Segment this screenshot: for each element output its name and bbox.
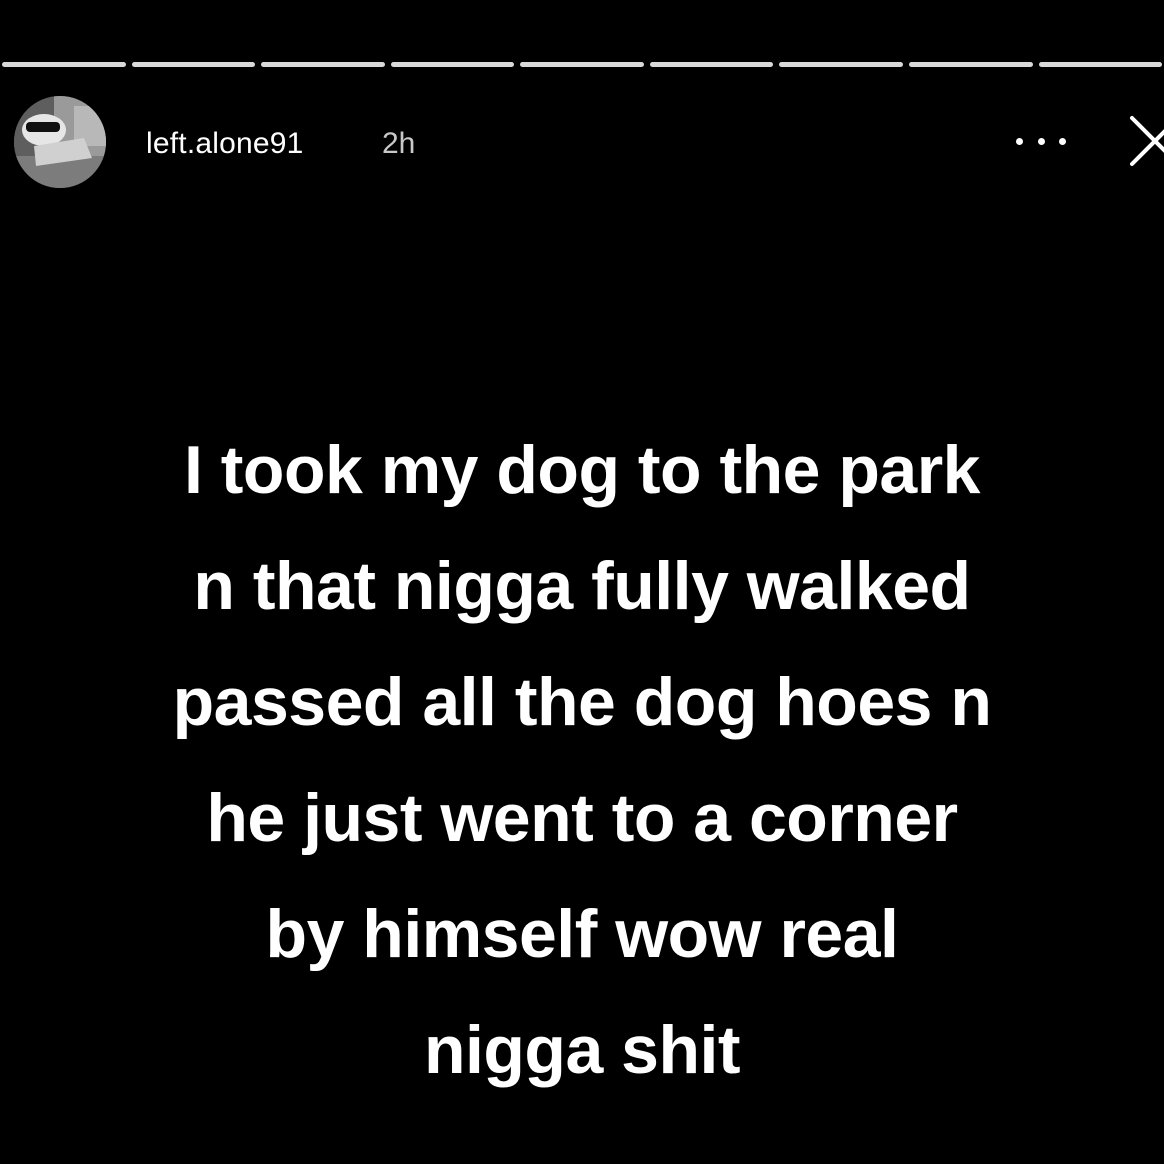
story-text-line: n that nigga fully walked <box>193 548 971 624</box>
story-timestamp: 2h <box>382 127 416 160</box>
progress-segment <box>520 62 644 67</box>
progress-segment <box>131 62 256 67</box>
progress-segment <box>908 62 1033 67</box>
progress-segment <box>649 62 774 67</box>
story-text-line: nigga shit <box>423 1012 741 1088</box>
progress-segment <box>261 62 385 67</box>
username-label[interactable]: left.alone91 <box>146 126 304 162</box>
avatar-photo-icon <box>14 96 106 188</box>
avatar[interactable] <box>14 96 106 188</box>
close-icon <box>1130 116 1164 166</box>
story-viewer: left.alone91 2h I took my dog to the par… <box>0 0 1164 1164</box>
more-horizontal-icon <box>1037 137 1045 145</box>
story-header: left.alone91 2h <box>14 96 1164 188</box>
close-button[interactable] <box>1126 110 1164 170</box>
more-horizontal-icon <box>1016 137 1023 145</box>
story-text: I took my dog to the park n that nigga f… <box>30 412 1134 1108</box>
story-text-line: passed all the dog hoes n <box>172 664 992 740</box>
story-progress-bar <box>0 62 1164 68</box>
progress-segment <box>779 62 903 67</box>
more-horizontal-icon <box>1059 137 1066 145</box>
progress-segment <box>390 62 515 67</box>
more-options-button[interactable] <box>1016 126 1066 156</box>
story-text-line: he just went to a corner <box>206 780 958 856</box>
story-text-line: I took my dog to the park <box>184 432 981 508</box>
progress-segment <box>2 62 126 67</box>
story-text-line: by himself wow real <box>265 896 899 972</box>
progress-segment <box>1038 62 1163 67</box>
